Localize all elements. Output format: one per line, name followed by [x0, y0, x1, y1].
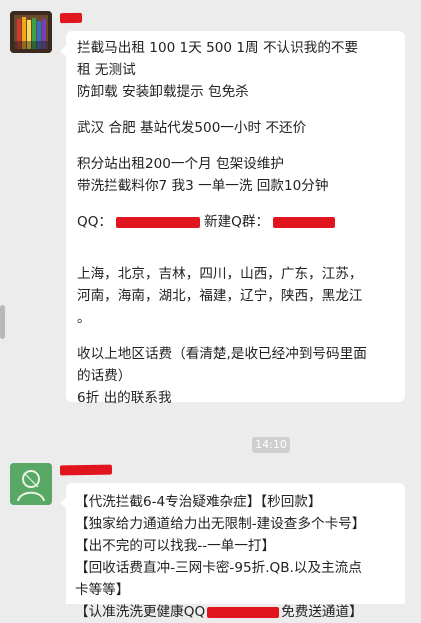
contact-line: QQ： 新建Q群：	[77, 211, 395, 233]
message-line: 【独家给力通道给力出无限制-建设查多个卡号】	[75, 516, 366, 532]
message-line: 积分站出租200一个月 包架设维护	[77, 156, 284, 172]
message-line: 防卸载 安装卸载提示 包免杀	[77, 84, 249, 100]
message-line: 武汉 合肥 基站代发500一小时 不还价	[77, 120, 307, 136]
region-line: 河南，海南，湖北，福建，辽宁，陕西，黑龙江	[77, 288, 363, 304]
message-line: 的话费）	[77, 368, 132, 384]
qq-prefix: 【认准洗洗更健康QQ	[75, 604, 206, 620]
contact-avatar[interactable]	[10, 11, 52, 53]
message-line: 【认准洗洗更健康QQ 免费送通道】	[75, 601, 399, 623]
message-line: 【回收话费直冲-三网卡密-95折.QB.以及主流点	[75, 560, 362, 576]
group-number-redacted	[273, 216, 336, 228]
message-bubble[interactable]: 【代洗拦截6-4专治疑难杂症】【秒回款】 【独家给力通道给力出无限制-建设查多个…	[60, 483, 405, 620]
region-line: 。	[77, 310, 91, 326]
sender-name-redacted	[59, 12, 83, 24]
message-bubble[interactable]: 拦截马出租 100 1天 500 1周 不认识我的不要 租 无测试 防卸载 安装…	[60, 31, 405, 406]
message-line: 带洗拦截料你7 我3 一单一洗 回款10分钟	[77, 178, 329, 194]
qq-number-redacted	[116, 216, 200, 228]
hand-drawn-avatar-icon	[10, 463, 52, 505]
scroll-indicator[interactable]	[0, 305, 5, 339]
message-line: 拦截马出租 100 1天 500 1周 不认识我的不要	[77, 40, 359, 56]
message-line: 【代洗拦截6-4专治疑难杂症】【秒回款】	[75, 494, 322, 510]
qq-label: QQ：	[77, 214, 112, 230]
qq-suffix: 免费送通道】	[281, 604, 363, 620]
qq-number-redacted	[207, 606, 280, 618]
pencils-avatar-icon	[10, 11, 52, 53]
message-line: 【出不完的可以找我--一单一打】	[75, 538, 276, 554]
region-line: 上海，北京，吉林，四川，山西，广东，江苏，	[77, 266, 363, 282]
message-line: 收以上地区话费（看清楚,是收已经冲到号码里面	[77, 346, 367, 362]
message-line: 租 无测试	[77, 62, 136, 78]
sender-name-redacted	[59, 464, 113, 476]
message-line: 6折 出的联系我	[77, 390, 172, 406]
message-timestamp: 14:10	[252, 437, 290, 453]
message-line: 卡等等】	[75, 582, 130, 598]
contact-avatar[interactable]	[10, 463, 52, 505]
group-label: 新建Q群：	[204, 214, 270, 230]
